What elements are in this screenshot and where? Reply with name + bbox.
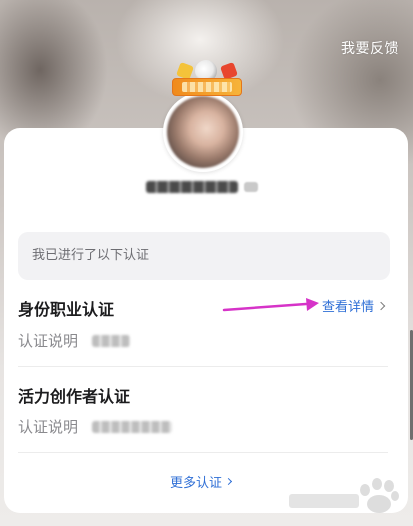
nickname-tag-blur bbox=[244, 182, 258, 192]
view-details-link[interactable]: 查看详情 bbox=[322, 296, 386, 315]
cert-description-label: 认证说明 bbox=[18, 418, 79, 436]
avatar[interactable] bbox=[163, 92, 243, 172]
cert-description-label: 认证说明 bbox=[18, 332, 79, 350]
chevron-right-icon bbox=[376, 301, 386, 310]
section-divider bbox=[18, 366, 388, 367]
cert-description-value-obscured bbox=[92, 420, 173, 433]
more-certifications-label: 更多认证 bbox=[170, 476, 223, 491]
feedback-link[interactable]: 我要反馈 bbox=[341, 38, 399, 58]
cert-description-value-obscured bbox=[92, 334, 131, 347]
section-divider bbox=[18, 452, 388, 453]
creator-cert-description-row: 认证说明 bbox=[18, 416, 173, 437]
identity-cert-description-row: 认证说明 bbox=[18, 330, 131, 351]
creator-cert-title: 活力创作者认证 bbox=[18, 387, 131, 406]
avatar-image bbox=[167, 96, 239, 168]
nickname-blur bbox=[146, 181, 238, 193]
identity-cert-title: 身份职业认证 bbox=[18, 300, 115, 319]
certification-summary: 我已进行了以下认证 bbox=[18, 232, 390, 280]
more-certifications-link[interactable]: 更多认证 bbox=[170, 472, 233, 491]
achievement-badge bbox=[168, 60, 246, 100]
view-details-label: 查看详情 bbox=[322, 300, 375, 315]
chevron-right-icon bbox=[224, 477, 233, 486]
badge-text-obscured bbox=[182, 82, 232, 92]
arrow-right-icon bbox=[222, 298, 319, 312]
user-nickname-obscured bbox=[146, 180, 262, 194]
baidu-watermark-logo bbox=[289, 478, 399, 513]
